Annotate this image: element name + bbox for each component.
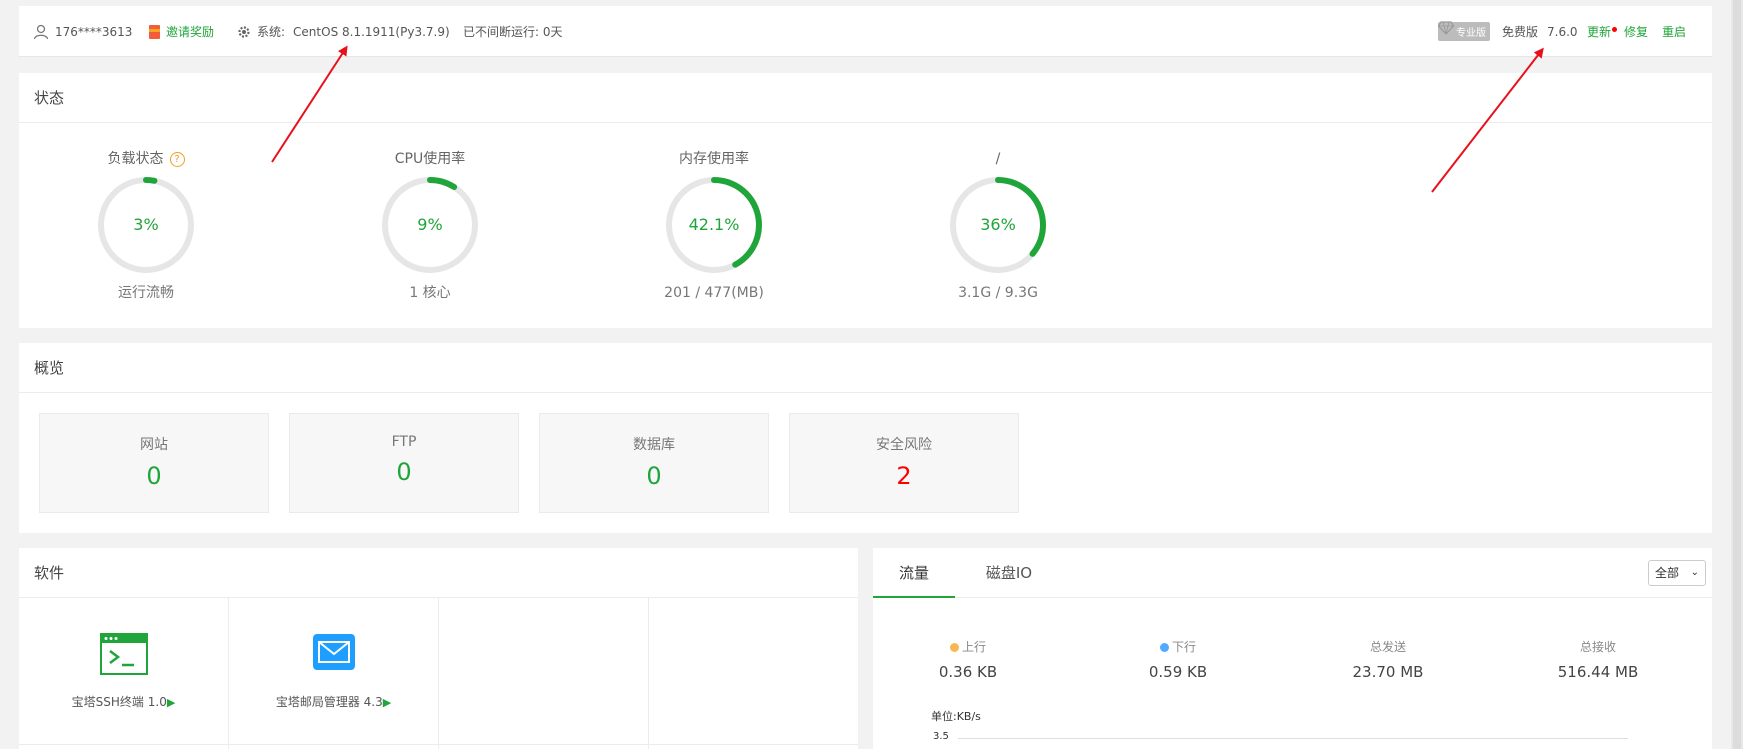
arrow-to-version <box>1431 47 1544 193</box>
arrow-to-system <box>271 45 348 163</box>
annotation-arrows <box>271 45 1544 193</box>
